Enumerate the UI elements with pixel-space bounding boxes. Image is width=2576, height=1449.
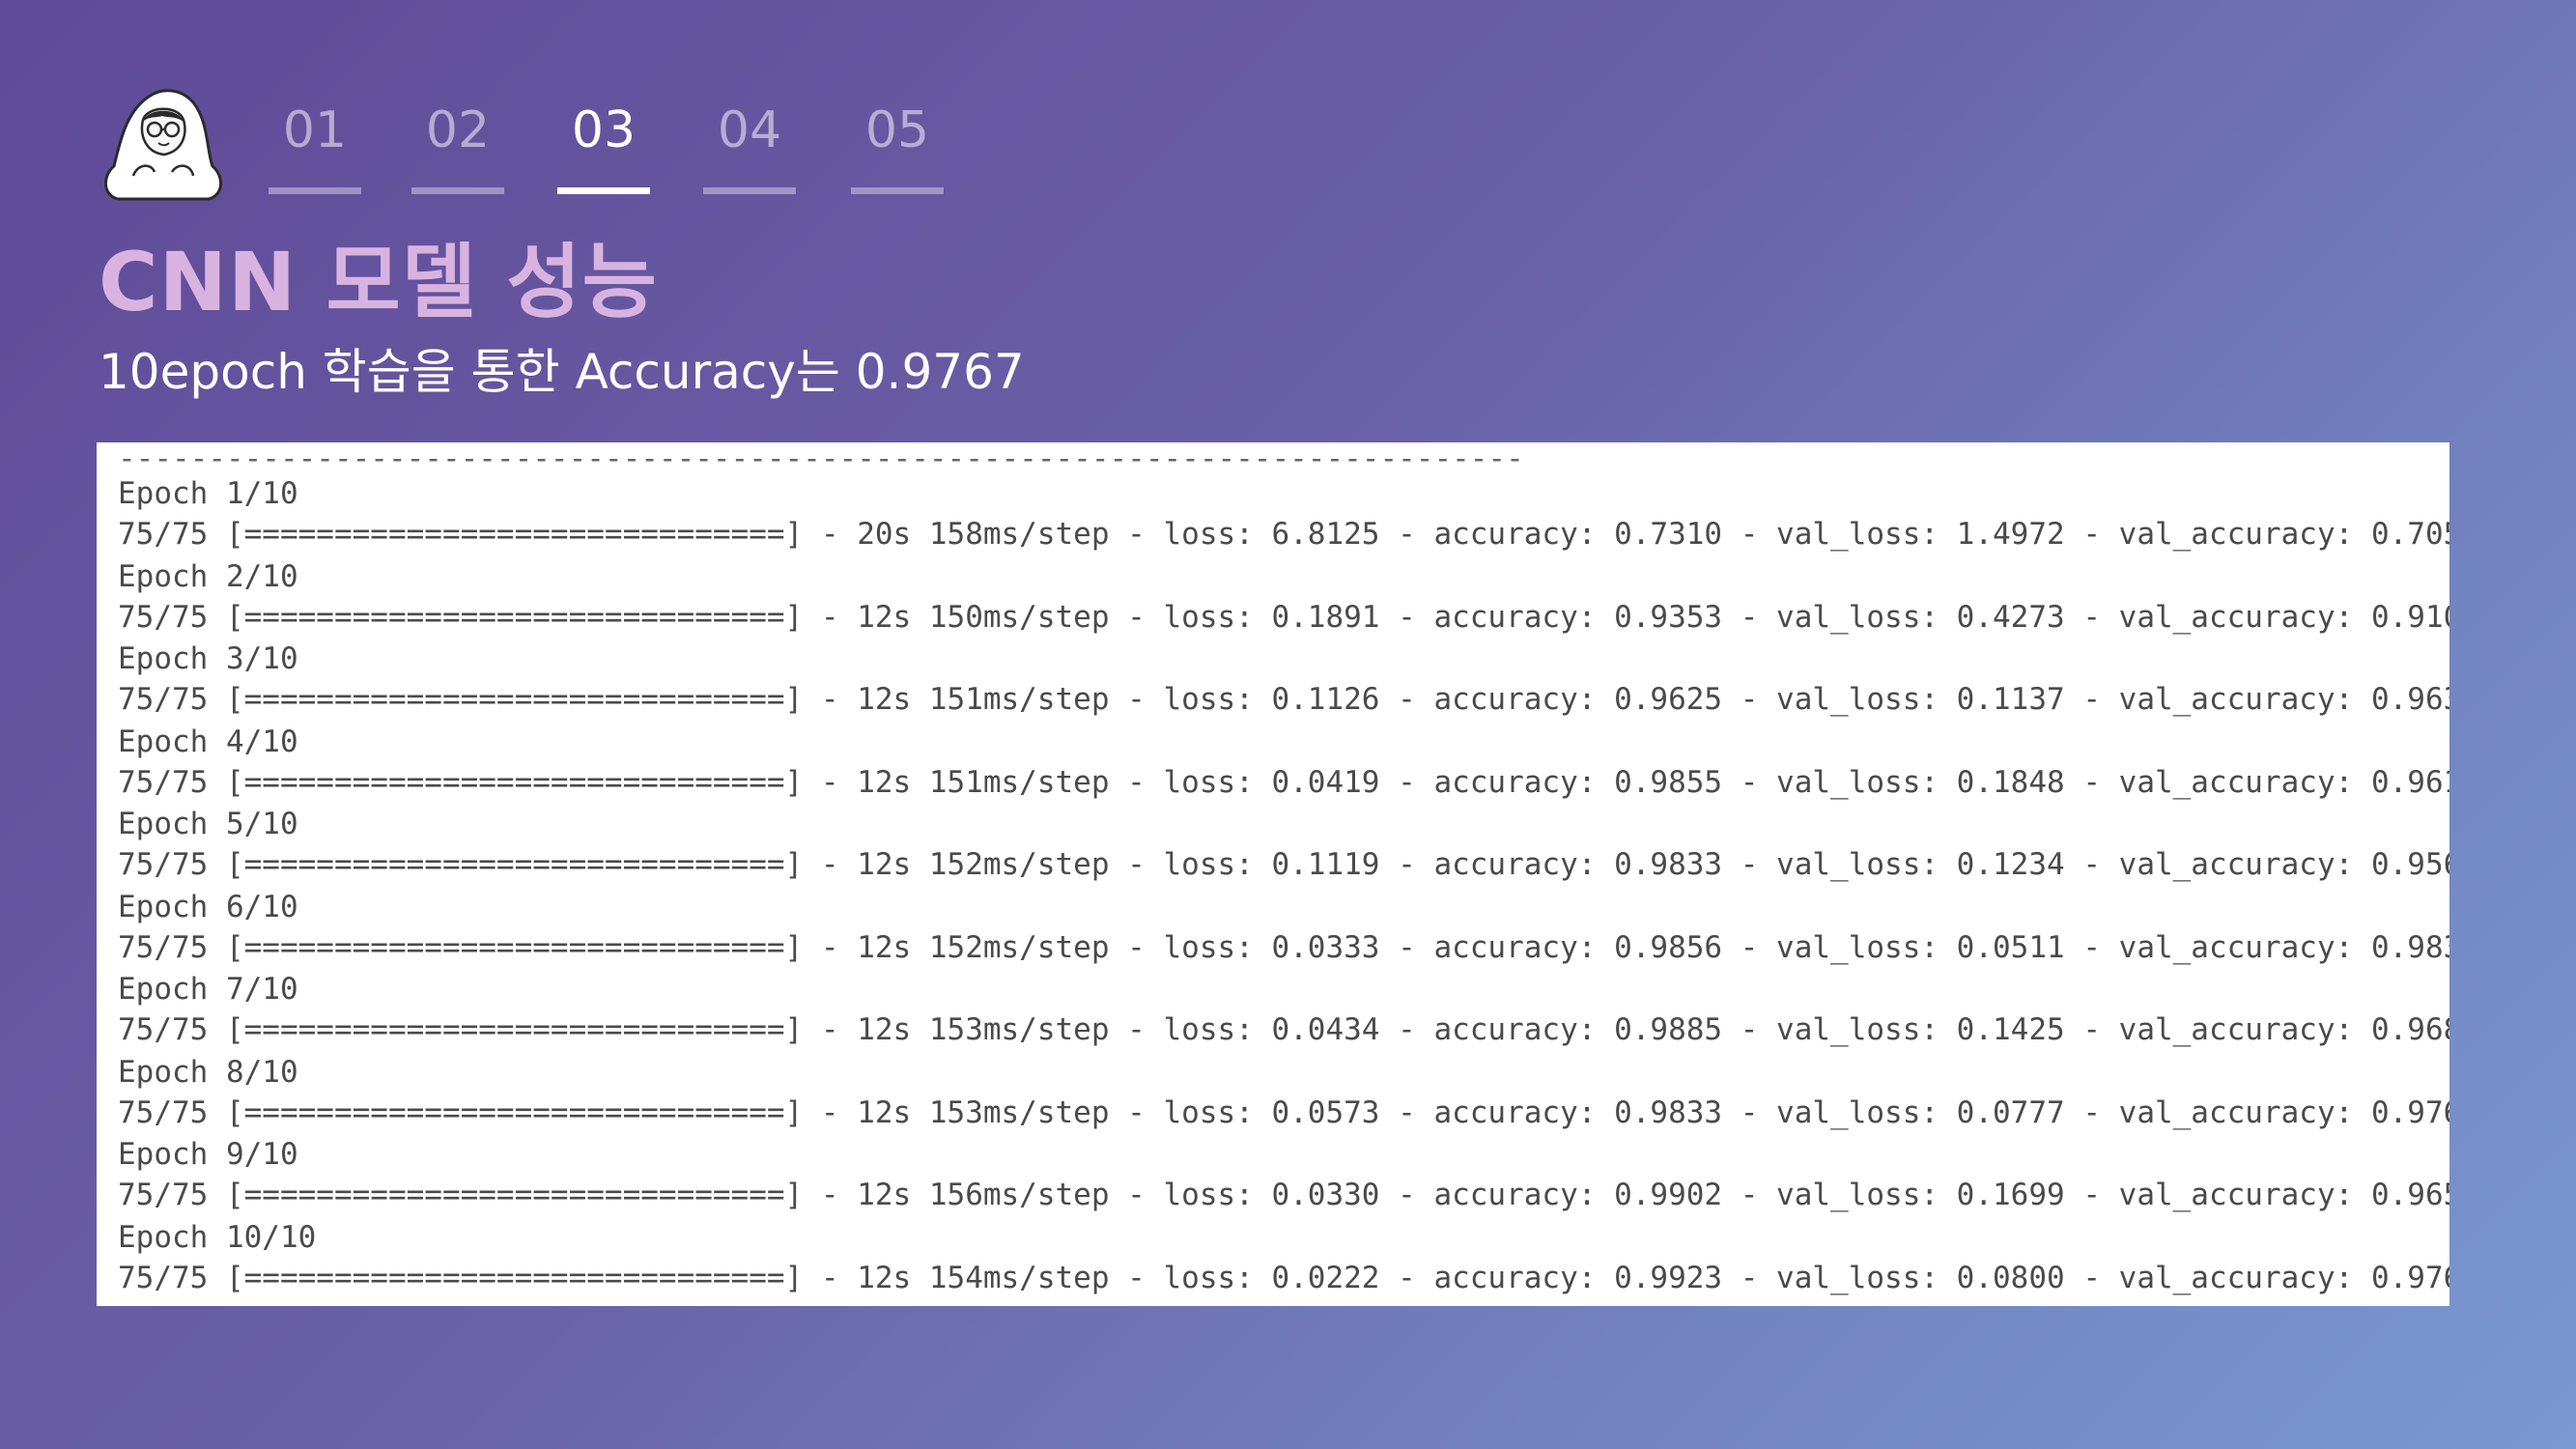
log-step-line: 75/75 [==============================] -… (118, 599, 2449, 635)
log-step-line: 75/75 [==============================] -… (118, 1260, 2449, 1295)
log-step-line: 75/75 [==============================] -… (118, 1012, 2449, 1047)
log-step-line: 75/75 [==============================] -… (118, 847, 2449, 882)
log-epoch-line: Epoch 10/10 (118, 1219, 317, 1255)
tab-02[interactable]: 02 (411, 97, 504, 197)
training-log-panel: ----------------------------------------… (97, 442, 2449, 1306)
tab-label: 02 (425, 101, 491, 159)
log-epoch-line: Epoch 6/10 (118, 889, 298, 924)
log-epoch-line: Epoch 9/10 (118, 1137, 298, 1172)
log-step-line: 75/75 [==============================] -… (118, 682, 2449, 717)
log-epoch-line: Epoch 8/10 (118, 1054, 298, 1090)
log-step-line: 75/75 [==============================] -… (118, 1094, 2449, 1130)
page-title: CNN 모델 성능 (99, 235, 658, 329)
log-epoch-line: Epoch 4/10 (118, 724, 298, 759)
log-epoch-line: Epoch 2/10 (118, 558, 298, 594)
log-epoch-line: Epoch 3/10 (118, 641, 298, 676)
tab-underline (557, 187, 650, 194)
tab-04[interactable]: 04 (703, 97, 796, 197)
log-step-line: 75/75 [==============================] -… (118, 517, 2449, 552)
log-step-line: 75/75 [==============================] -… (118, 929, 2449, 965)
tab-underline (703, 187, 796, 194)
log-epoch-line: Epoch 1/10 (118, 476, 298, 511)
page-subtitle: 10epoch 학습을 통한 Accuracy는 0.9767 (99, 344, 1025, 400)
log-divider: ----------------------------------------… (118, 442, 1524, 476)
tab-label: 04 (717, 101, 782, 159)
training-log: ----------------------------------------… (118, 444, 2449, 1299)
tab-label: 03 (571, 101, 637, 159)
log-epoch-line: Epoch 5/10 (118, 807, 298, 841)
mascot-avatar-icon (104, 89, 222, 201)
tab-03[interactable]: 03 (557, 97, 650, 197)
tab-05[interactable]: 05 (851, 97, 944, 197)
log-step-line: 75/75 [==============================] -… (118, 1178, 2449, 1212)
tab-01[interactable]: 01 (269, 97, 361, 197)
tab-underline (269, 187, 361, 194)
tab-label: 05 (864, 101, 930, 159)
tab-label: 01 (282, 101, 348, 159)
tab-underline (851, 187, 944, 194)
tab-underline (411, 187, 504, 194)
log-epoch-line: Epoch 7/10 (118, 972, 298, 1007)
log-step-line: 75/75 [==============================] -… (118, 764, 2449, 800)
